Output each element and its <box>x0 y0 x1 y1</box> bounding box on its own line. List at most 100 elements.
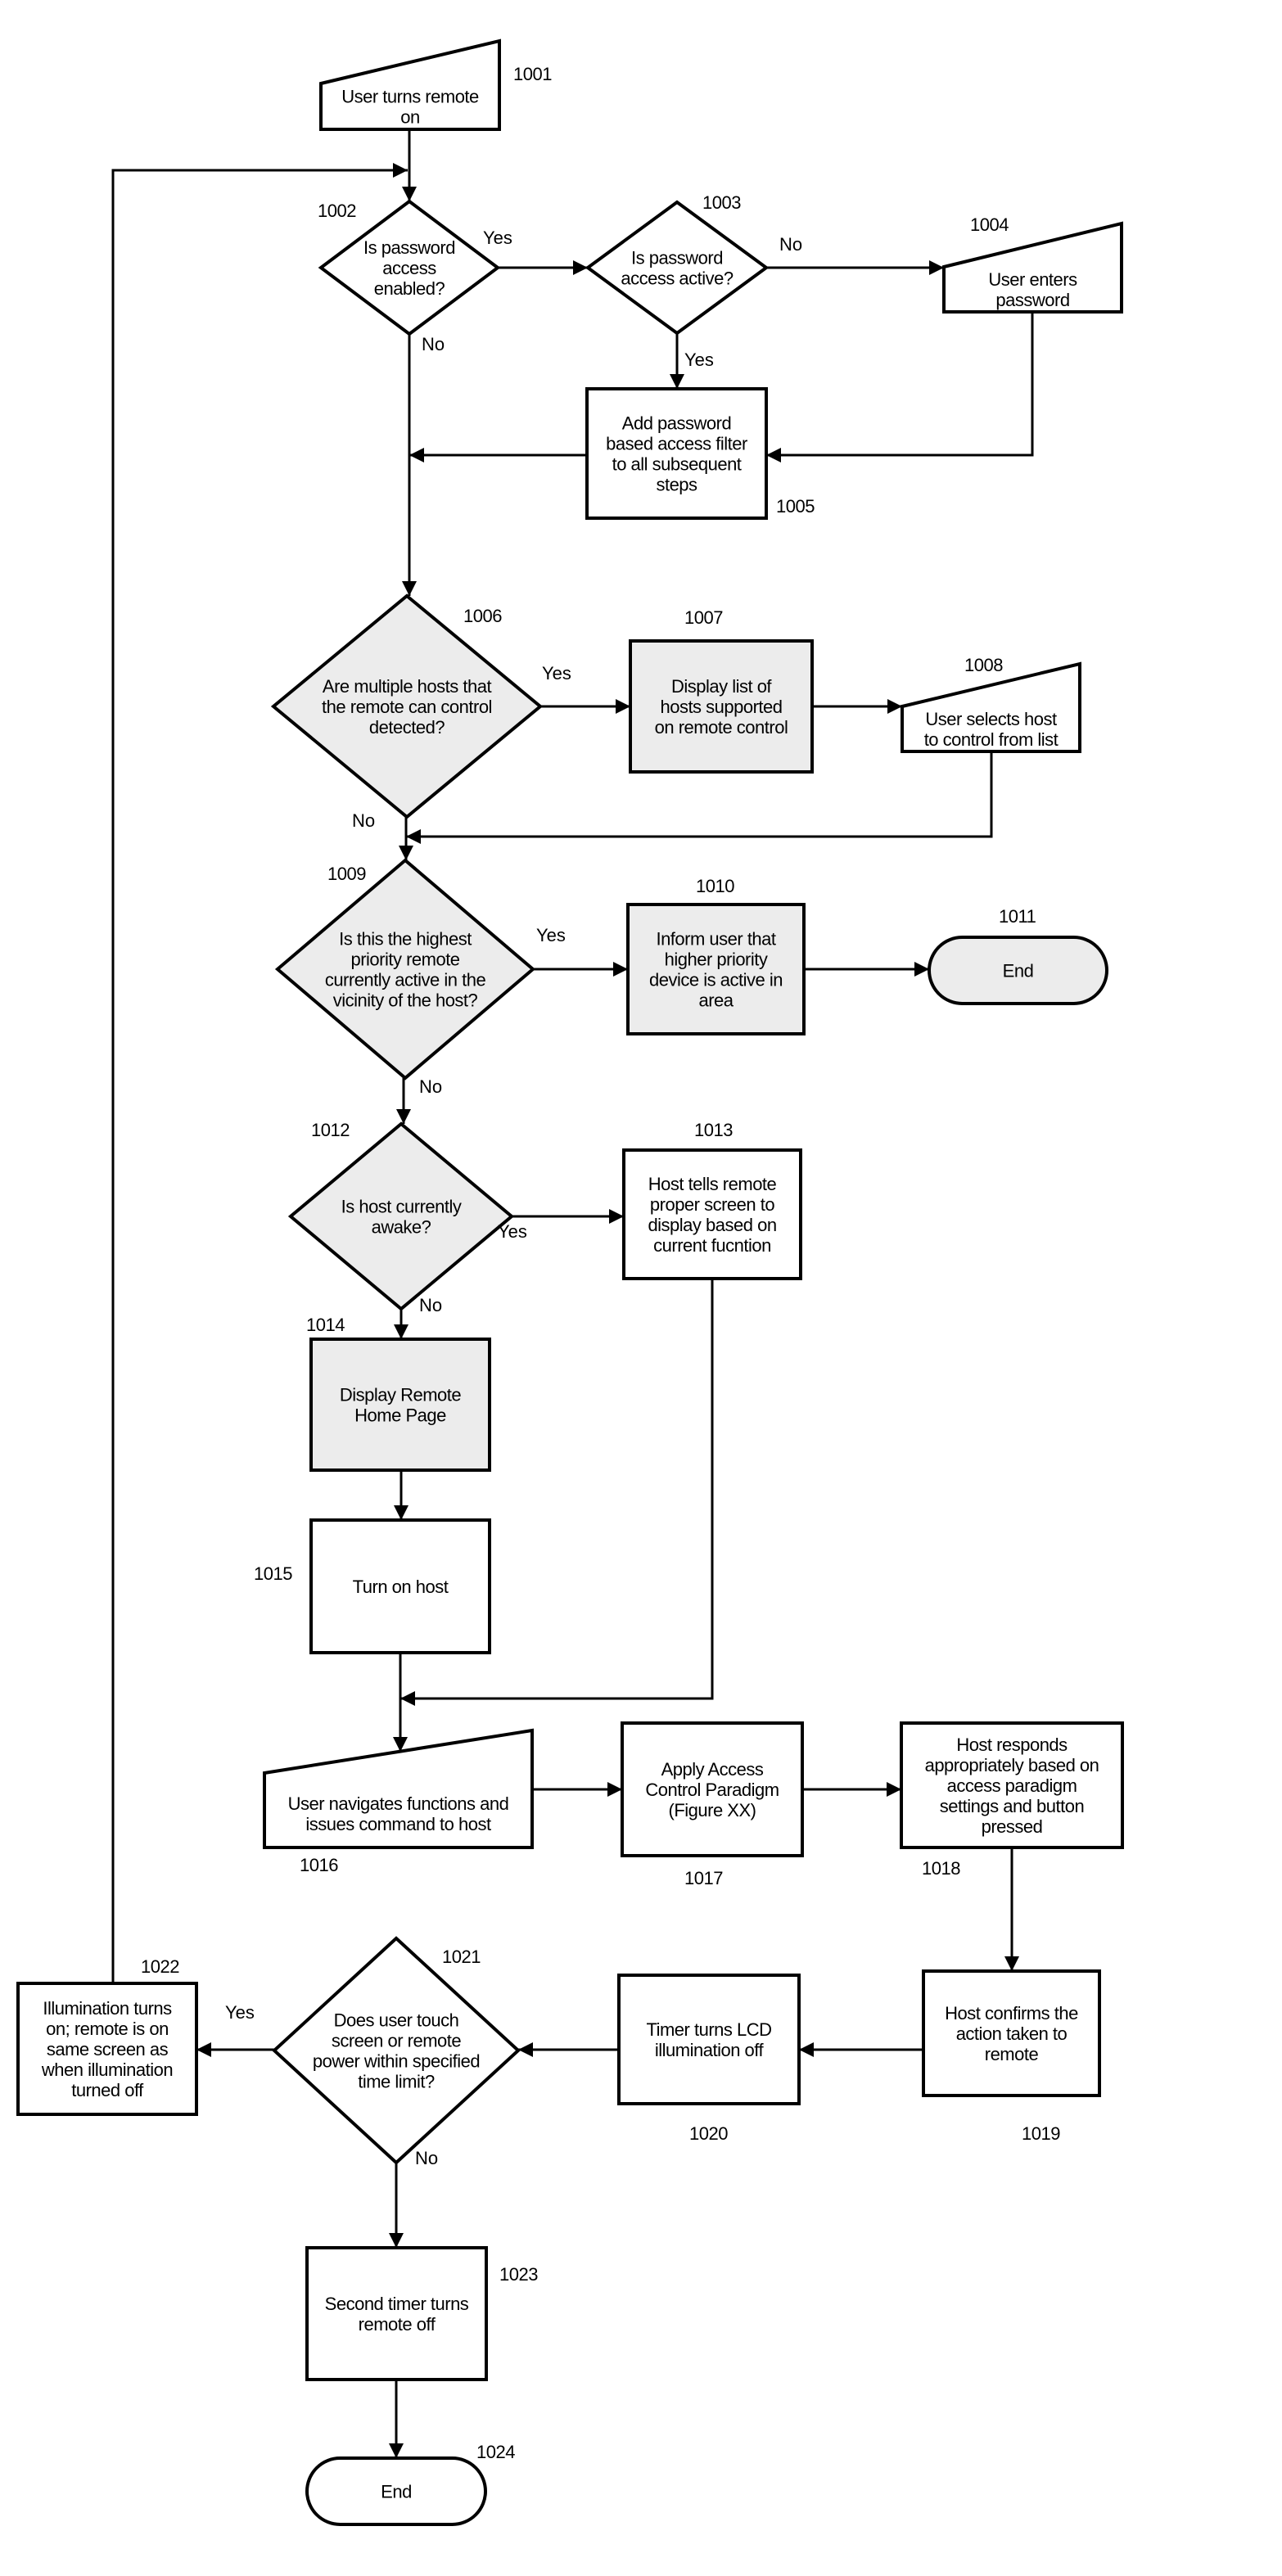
reference-number: 1016 <box>300 1855 338 1875</box>
node-1002: Is passwordaccessenabled? <box>318 199 501 336</box>
branch-label-no: No <box>415 2148 438 2168</box>
node-text-line: on remote control <box>655 717 788 738</box>
node-1011: End <box>928 936 1108 1005</box>
reference-number: 1003 <box>702 192 741 213</box>
reference-number: 1002 <box>318 201 356 221</box>
node-text-line: enabled? <box>374 278 445 299</box>
node-text-line: illumination off <box>655 2040 765 2060</box>
node-text-line: settings and button <box>940 1796 1084 1816</box>
branch-label-no: No <box>779 234 802 255</box>
reference-number: 1021 <box>442 1947 481 1967</box>
reference-number: 1013 <box>694 1120 733 1140</box>
node-text-line: action taken to <box>956 2023 1068 2044</box>
node-text-line: display based on <box>648 1215 776 1235</box>
node-text-line: device is active in <box>649 970 783 990</box>
node-text-line: pressed <box>982 1816 1043 1837</box>
reference-number: 1004 <box>970 214 1009 235</box>
node-1022: Illumination turnson; remote is onsame s… <box>16 1982 198 2116</box>
node-1007: Display list ofhosts supportedon remote … <box>629 639 814 774</box>
node-text-line: Is host currently <box>341 1197 462 1217</box>
node-text-line: Host responds <box>956 1735 1068 1755</box>
node-text-line: Illumination turns <box>43 1998 172 2019</box>
node-1017: Apply AccessControl Paradigm(Figure XX) <box>621 1721 804 1857</box>
node-text-line: screen or remote <box>332 2031 462 2051</box>
node-text-line: access active? <box>621 268 734 289</box>
node-1010: Inform user thathigher prioritydevice is… <box>626 903 806 1035</box>
node-text-line: higher priority <box>665 950 768 970</box>
node-text-line: steps <box>656 475 697 495</box>
branch-label-no: No <box>352 810 375 831</box>
branch-label-no: No <box>419 1295 442 1315</box>
node-text-line: vicinity of the host? <box>333 990 478 1011</box>
node-1003: Is passwordaccess active? <box>585 200 770 336</box>
node-text-line: Host tells remote <box>648 1174 777 1194</box>
reference-number: 1024 <box>476 2442 515 2462</box>
node-text-line: Control Paradigm <box>645 1780 779 1800</box>
node-text-line: Is password <box>631 248 723 268</box>
node-text-line: current fucntion <box>653 1235 771 1256</box>
reference-number: 1018 <box>922 1858 960 1879</box>
node-1019: Host confirms theaction taken toremote <box>922 1969 1101 2097</box>
node-1005: Add passwordbased access filterto all su… <box>585 387 768 520</box>
branch-label-yes: Yes <box>483 228 512 248</box>
node-text-line: Does user touch <box>334 2010 459 2031</box>
reference-number: 1005 <box>776 496 815 517</box>
reference-number: 1009 <box>327 864 366 884</box>
branch-label-no: No <box>422 334 445 354</box>
node-text-line: area <box>698 990 734 1011</box>
node-text-line: to control from list <box>924 729 1059 750</box>
connectors <box>111 129 1034 2458</box>
branch-label-yes: Yes <box>498 1221 527 1242</box>
node-text-line: Is password <box>363 237 455 258</box>
node-text-line: Timer turns LCD <box>646 2019 771 2040</box>
node-text-line: Home Page <box>354 1405 446 1426</box>
edge-1022-1002 <box>111 163 408 1983</box>
node-text-line: Host confirms the <box>945 2003 1078 2023</box>
node-text-line: (Figure XX) <box>669 1800 756 1820</box>
node-1023: Second timer turnsremote off <box>305 2246 488 2381</box>
node-text-line: Apply Access <box>661 1759 764 1780</box>
node-1013: Host tells remoteproper screen todisplay… <box>622 1148 802 1280</box>
node-text-line: on <box>400 107 419 128</box>
node-text-line: password <box>995 290 1069 310</box>
reference-number: 1020 <box>689 2123 728 2144</box>
node-text-line: based access filter <box>606 434 747 454</box>
node-text-line: to all subsequent <box>612 454 742 475</box>
node-text-line: time limit? <box>358 2072 435 2092</box>
node-text-line: currently active in the <box>325 970 486 990</box>
node-text-line: power within specified <box>313 2051 480 2072</box>
node-text-line: Are multiple hosts that <box>323 676 492 697</box>
node-text-line: remote off <box>359 2314 436 2335</box>
node-text-line: same screen as <box>47 2039 169 2059</box>
node-text-line: awake? <box>372 1217 431 1238</box>
node-text-line: Second timer turns <box>325 2294 469 2314</box>
node-1001: User turns remoteon <box>319 38 501 131</box>
reference-number: 1006 <box>463 606 502 626</box>
reference-number: 1015 <box>254 1563 292 1584</box>
node-text-line: Turn on host <box>353 1577 449 1597</box>
node-1016: User navigates functions andissues comma… <box>263 1728 534 1849</box>
node-1012: Is host currentlyawake? <box>287 1121 515 1311</box>
node-text-line: Is this the highest <box>339 929 472 950</box>
edge-1004-1005 <box>766 312 1034 462</box>
shapes: User turns remoteon Is passwordaccessenab… <box>16 38 1124 2526</box>
flowchart: User turns remoteon Is passwordaccessenab… <box>16 38 1124 2526</box>
reference-number: 1010 <box>696 876 734 896</box>
node-1004: User enterspassword <box>942 221 1123 314</box>
node-1014: Display RemoteHome Page <box>309 1338 491 1472</box>
node-1021: Does user touchscreen or remotepower wit… <box>272 1936 521 2165</box>
node-text-line: Display Remote <box>340 1385 462 1405</box>
reference-number: 1019 <box>1022 2123 1060 2144</box>
node-text-line: Inform user that <box>656 929 775 950</box>
node-text-line: on; remote is on <box>46 2019 169 2039</box>
node-text-line: priority remote <box>350 950 459 970</box>
node-1024: End <box>305 2456 487 2526</box>
node-text-line: when illumination <box>41 2059 173 2080</box>
reference-number: 1023 <box>499 2264 538 2285</box>
node-1020: Timer turns LCDillumination off <box>617 1974 801 2105</box>
branch-label-yes: Yes <box>225 2002 255 2023</box>
node-1018: Host respondsappropriately based onacces… <box>900 1721 1124 1849</box>
node-text-line: User selects host <box>925 709 1057 729</box>
reference-number: 1011 <box>999 906 1036 927</box>
node-text-line: hosts supported <box>660 697 782 717</box>
